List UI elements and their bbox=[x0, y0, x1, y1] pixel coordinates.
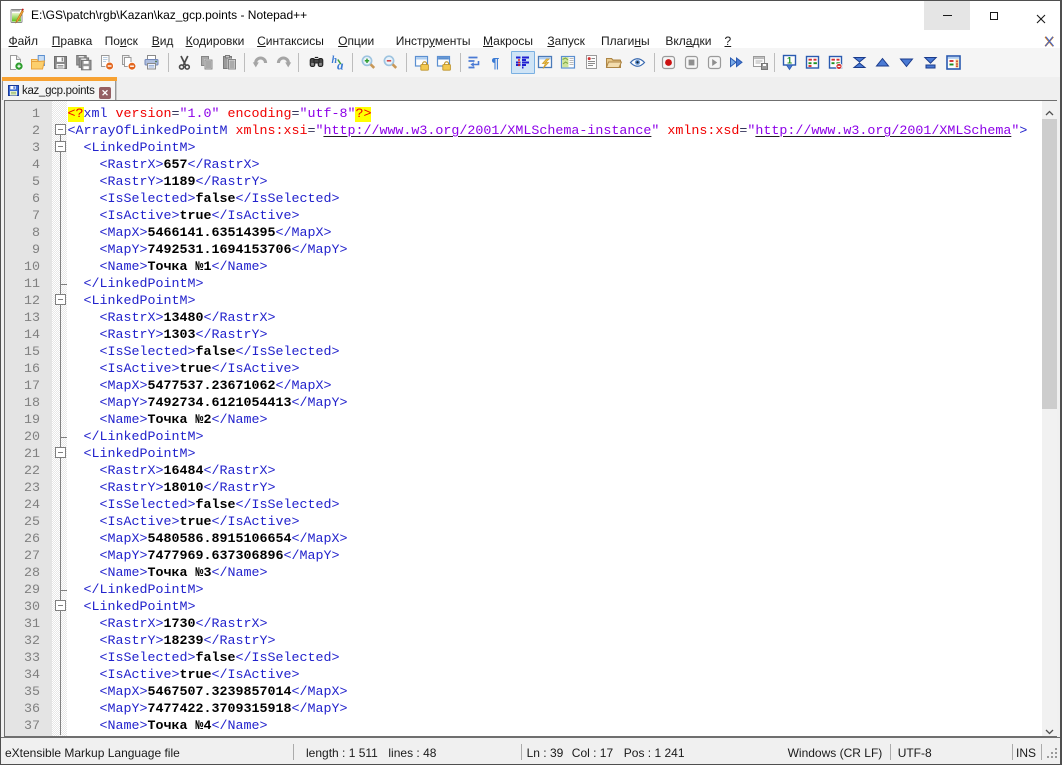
svg-text:1: 1 bbox=[787, 55, 792, 65]
svg-text:¶: ¶ bbox=[491, 55, 499, 71]
